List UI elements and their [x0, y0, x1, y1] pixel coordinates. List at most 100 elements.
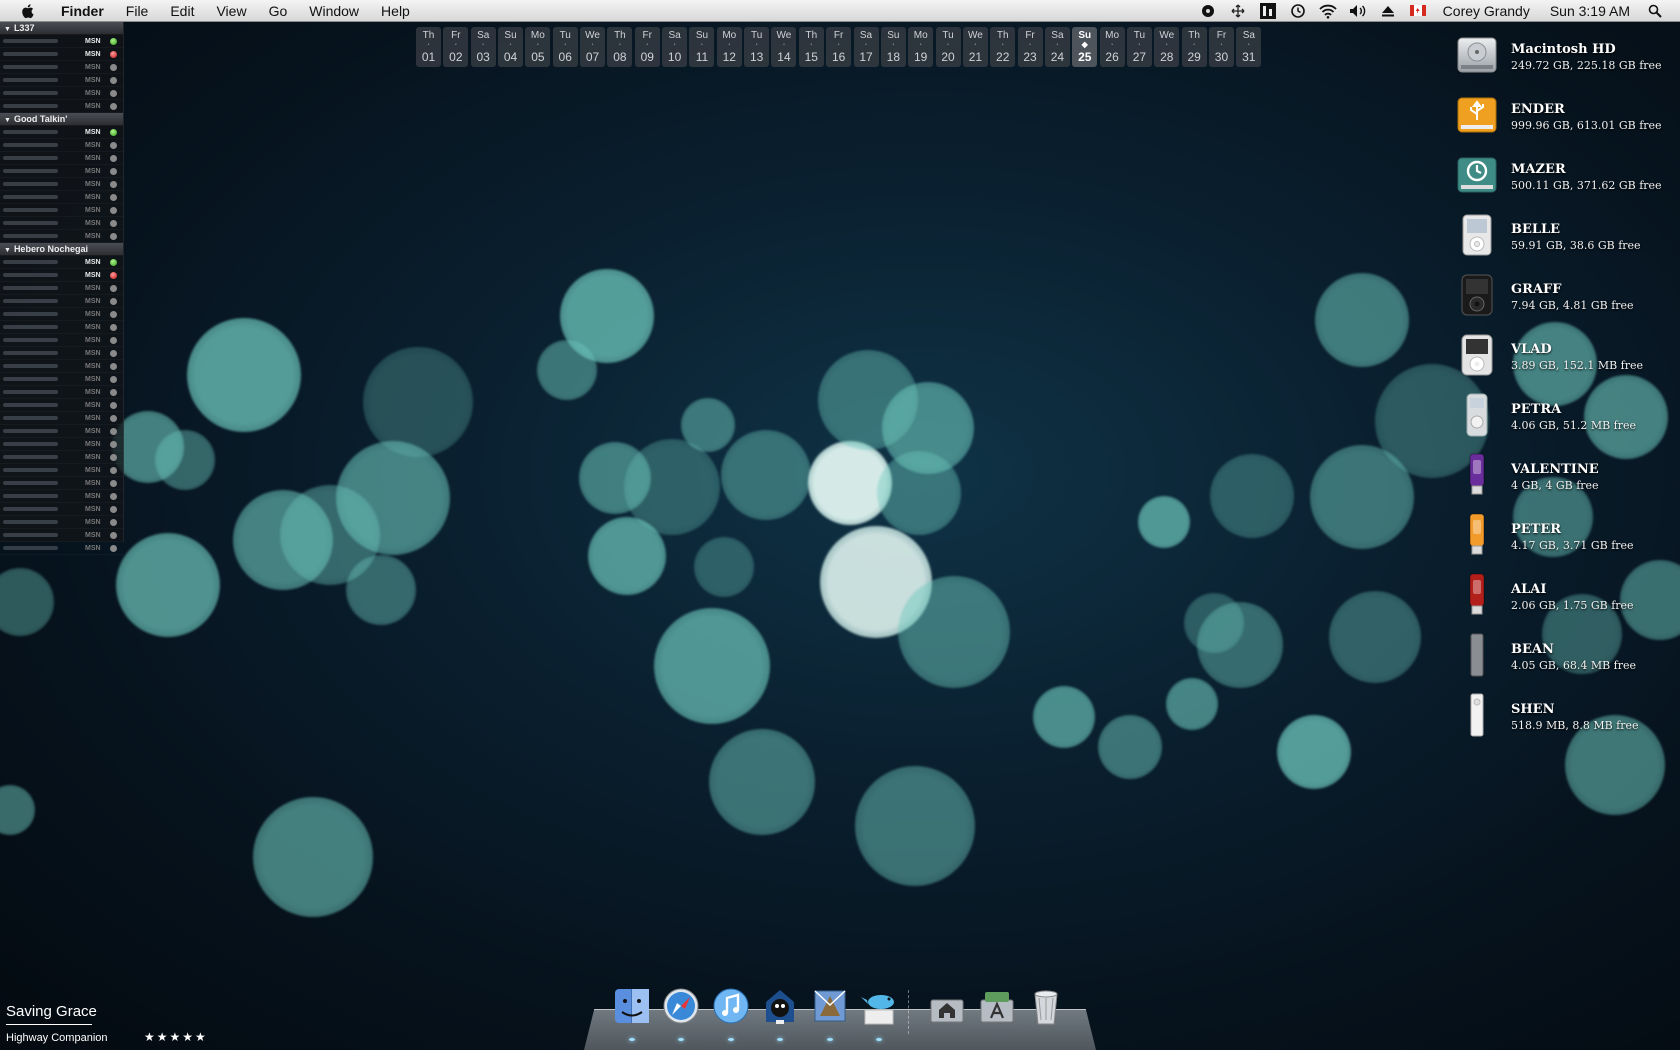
calendar-day[interactable]: Su • 18	[880, 27, 906, 67]
buddy-row[interactable]: MSN	[0, 490, 123, 503]
buddy-group-header[interactable]: ▼ Hebero Nochegai	[0, 243, 123, 256]
ipod-shuffle-icon[interactable]	[1455, 632, 1499, 678]
buddy-row[interactable]: MSN	[0, 347, 123, 360]
buddy-row[interactable]: MSN	[0, 529, 123, 542]
volume-item[interactable]: VALENTINE 4 GB, 4 GB free	[1452, 450, 1680, 510]
twitter-bird-icon[interactable]	[859, 995, 899, 1030]
calendar-day[interactable]: Sa • 03	[470, 27, 496, 67]
calendar-day[interactable]: Sa • 10	[662, 27, 688, 67]
buddy-row[interactable]: MSN	[0, 308, 123, 321]
canada-flag-icon[interactable]	[1403, 0, 1433, 22]
calendar-day[interactable]: Fr • 16	[826, 27, 852, 67]
menu-file[interactable]: File	[115, 0, 160, 22]
time-machine-drive-icon[interactable]	[1455, 152, 1499, 198]
calendar-day[interactable]: Mo • 05	[525, 27, 551, 67]
buddy-row[interactable]: MSN	[0, 503, 123, 516]
dock-app-safari[interactable]	[661, 986, 701, 1041]
buddy-row[interactable]: MSN	[0, 139, 123, 152]
menu-window[interactable]: Window	[298, 0, 370, 22]
volume-item[interactable]: PETRA 4.06 GB, 51.2 MB free	[1452, 390, 1680, 450]
itunes-icon[interactable]	[711, 988, 751, 1030]
buddy-row[interactable]: MSN	[0, 282, 123, 295]
ipod-shuffle-white-icon[interactable]	[1455, 692, 1499, 738]
ipod-nano-black-icon[interactable]	[1455, 272, 1499, 318]
buddy-row[interactable]: MSN	[0, 451, 123, 464]
dock-app-adium[interactable]	[760, 986, 800, 1041]
calendar-day[interactable]: We • 21	[962, 27, 988, 67]
buddy-row[interactable]: MSN	[0, 204, 123, 217]
adium-icon[interactable]	[760, 990, 800, 1030]
buddy-row[interactable]: MSN	[0, 35, 123, 48]
calendar-day[interactable]: Th • 08	[607, 27, 633, 67]
buddy-row[interactable]: MSN	[0, 87, 123, 100]
menu-go[interactable]: Go	[258, 0, 299, 22]
buddy-row[interactable]: MSN	[0, 334, 123, 347]
buddy-row[interactable]: MSN	[0, 373, 123, 386]
dock-stack-applications[interactable]	[977, 986, 1017, 1026]
user-name[interactable]: Corey Grandy	[1433, 3, 1540, 19]
calendar-day[interactable]: Fr • 23	[1017, 27, 1043, 67]
mail-icon[interactable]	[810, 990, 850, 1030]
ipod-nano-white-icon[interactable]	[1455, 332, 1499, 378]
volume-item[interactable]: BEAN 4.05 GB, 68.4 MB free	[1452, 630, 1680, 690]
ipod-mini-icon[interactable]	[1455, 392, 1499, 438]
spotlight-search-icon[interactable]	[1640, 0, 1670, 22]
volume-item[interactable]: ALAI 2.06 GB, 1.75 GB free	[1452, 570, 1680, 630]
volume-item[interactable]: Macintosh HD 249.72 GB, 225.18 GB free	[1452, 30, 1680, 90]
usb-stick-purple-icon[interactable]	[1455, 452, 1499, 498]
calendar-day[interactable]: Mo • 26	[1099, 27, 1125, 67]
buddy-row[interactable]: MSN	[0, 48, 123, 61]
buddy-row[interactable]: MSN	[0, 152, 123, 165]
buddy-row[interactable]: MSN	[0, 165, 123, 178]
eject-icon[interactable]	[1373, 0, 1403, 22]
now-playing-rating[interactable]: ★★★★★	[144, 1030, 208, 1044]
volume-item[interactable]: SHEN 518.9 MB, 8.8 MB free	[1452, 690, 1680, 750]
calendar-day[interactable]: Th • 01	[416, 27, 441, 67]
dock-app-mail[interactable]	[810, 986, 850, 1041]
buddy-row[interactable]: MSN	[0, 230, 123, 243]
volume-item[interactable]: PETER 4.17 GB, 3.71 GB free	[1452, 510, 1680, 570]
buddy-row[interactable]: MSN	[0, 191, 123, 204]
dock-stack-home[interactable]	[927, 986, 967, 1026]
menu-help[interactable]: Help	[370, 0, 421, 22]
menu-view[interactable]: View	[205, 0, 257, 22]
calendar-day[interactable]: We • 28	[1154, 27, 1180, 67]
volume-item[interactable]: GRAFF 7.94 GB, 4.81 GB free	[1452, 270, 1680, 330]
hard-drive-icon[interactable]	[1455, 32, 1499, 78]
dock-app-twitterrific[interactable]	[859, 986, 899, 1041]
calendar-day[interactable]: Mo • 12	[716, 27, 742, 67]
calendar-day[interactable]: Tu • 20	[935, 27, 961, 67]
radio-icon[interactable]	[1193, 0, 1223, 22]
dock-separator[interactable]	[908, 990, 918, 1034]
menu-edit[interactable]: Edit	[159, 0, 205, 22]
buddy-row[interactable]: MSN	[0, 269, 123, 282]
buddy-row[interactable]: MSN	[0, 477, 123, 490]
volume-item[interactable]: VLAD 3.89 GB, 152.1 MB free	[1452, 330, 1680, 390]
buddy-row[interactable]: MSN	[0, 399, 123, 412]
clock[interactable]: Sun 3:19 AM	[1540, 3, 1640, 19]
safari-icon[interactable]	[661, 988, 701, 1030]
trash-icon[interactable]	[1026, 990, 1066, 1030]
usb-drive-icon[interactable]	[1455, 92, 1499, 138]
wifi-icon[interactable]	[1313, 0, 1343, 22]
home-folder-icon[interactable]	[927, 999, 967, 1030]
usb-stick-orange-icon[interactable]	[1455, 512, 1499, 558]
calendar-day[interactable]: Su • 11	[689, 27, 715, 67]
volume-item[interactable]: MAZER 500.11 GB, 371.62 GB free	[1452, 150, 1680, 210]
calendar-day[interactable]: Fr • 30	[1208, 27, 1234, 67]
calendar-day[interactable]: Th • 22	[990, 27, 1016, 67]
buddy-row[interactable]: MSN	[0, 295, 123, 308]
buddy-row[interactable]: MSN	[0, 61, 123, 74]
buddy-row[interactable]: MSN	[0, 360, 123, 373]
volume-icon[interactable]	[1343, 0, 1373, 22]
time-machine-icon[interactable]	[1283, 0, 1313, 22]
usb-stick-red-icon[interactable]	[1455, 572, 1499, 618]
calendar-day[interactable]: Tu • 06	[552, 27, 578, 67]
menu-app-finder[interactable]: Finder	[50, 0, 115, 22]
calendar-day[interactable]: Tu • 27	[1126, 27, 1152, 67]
buddy-row[interactable]: MSN	[0, 438, 123, 451]
apple-logo-icon[interactable]	[20, 3, 36, 19]
buddy-row[interactable]: MSN	[0, 425, 123, 438]
calendar-day[interactable]: Fr • 09	[634, 27, 660, 67]
buddy-group-header[interactable]: ▼ L337	[0, 22, 123, 35]
